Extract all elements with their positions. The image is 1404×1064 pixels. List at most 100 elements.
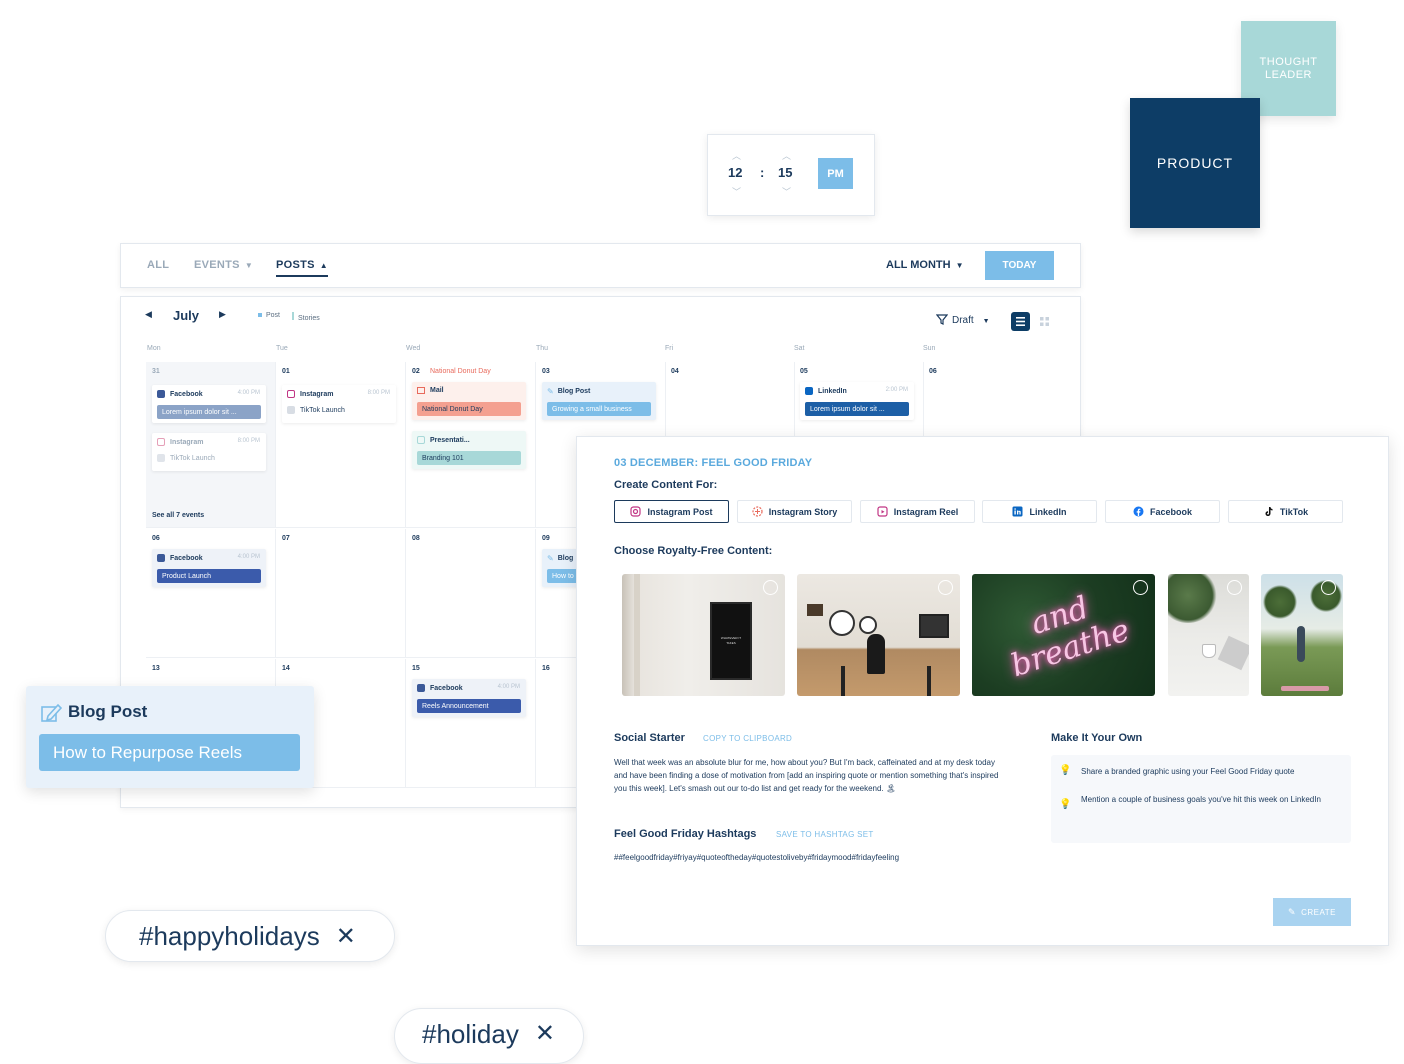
day-number: 08 xyxy=(412,535,420,542)
blog-post-card[interactable]: Blog Post How to Repurpose Reels xyxy=(26,686,314,788)
draft-label: Draft xyxy=(952,315,974,326)
minute-value[interactable]: 15 xyxy=(778,165,792,180)
image-icon xyxy=(157,454,165,462)
calendar-day-cell[interactable]: 08 xyxy=(406,529,536,658)
calendar-day-cell[interactable]: 31 Facebook 4:00 PM Lorem ipsum dolor si… xyxy=(146,362,276,528)
create-button[interactable]: ✎ CREATE xyxy=(1273,898,1351,926)
tab-posts[interactable]: POSTS ▲ xyxy=(276,259,329,277)
calendar-event[interactable]: Mail National Donut Day xyxy=(412,382,526,420)
hashtag-pill[interactable]: #holiday ✕ xyxy=(394,1008,584,1064)
photo-neon-sign[interactable]: and breathe xyxy=(972,574,1155,696)
am-pm-toggle[interactable]: PM xyxy=(818,158,853,189)
tab-all[interactable]: ALL xyxy=(147,259,169,271)
hour-up-icon[interactable]: ︿ xyxy=(732,149,741,162)
select-radio[interactable] xyxy=(938,580,953,595)
close-icon[interactable]: ✕ xyxy=(535,1019,555,1048)
calendar-event[interactable]: Facebook 4:00 PM Lorem ipsum dolor sit .… xyxy=(152,385,266,423)
photo-plants-desk[interactable] xyxy=(1168,574,1249,696)
prev-month-icon[interactable]: ◀ xyxy=(145,309,152,320)
social-starter-title: Social Starter xyxy=(614,732,685,744)
day-number: 16 xyxy=(542,665,550,672)
event-title: TikTok Launch xyxy=(157,454,215,462)
today-button[interactable]: TODAY xyxy=(985,251,1054,280)
calendar-event[interactable]: LinkedIn 2:00 PM Lorem ipsum dolor sit .… xyxy=(800,382,914,420)
calendar-day-cell[interactable]: 07 xyxy=(276,529,406,658)
next-month-icon[interactable]: ▶ xyxy=(219,309,226,320)
see-all-events-link[interactable]: See all 7 events xyxy=(152,512,204,519)
platform-instagram-story[interactable]: Instagram Story xyxy=(737,500,852,523)
month-filter-dropdown[interactable]: ALL MONTH ▼ xyxy=(886,259,964,271)
event-platform: Facebook xyxy=(157,390,203,398)
facebook-icon xyxy=(1133,506,1144,517)
event-platform: Presentati... xyxy=(417,436,470,444)
facebook-icon xyxy=(157,554,165,562)
caret-down-icon: ▼ xyxy=(244,261,254,270)
day-number: 06 xyxy=(929,368,937,375)
select-radio[interactable] xyxy=(1227,580,1242,595)
calendar-event[interactable]: Instagram 8:00 PM TikTok Launch xyxy=(282,385,396,423)
content-date-title: 03 DECEMBER: FEEL GOOD FRIDAY xyxy=(614,457,813,469)
close-icon[interactable]: ✕ xyxy=(336,922,356,951)
tag-product[interactable]: PRODUCT xyxy=(1130,98,1260,228)
neon-text: and breathe xyxy=(1006,589,1134,685)
calendar-day-cell[interactable]: 02 National Donut Day Mail National Donu… xyxy=(406,362,536,528)
wall-frame xyxy=(807,604,823,616)
platform-linkedin[interactable]: LinkedIn xyxy=(982,500,1097,523)
letter-board: WHATEVER IT TAKES xyxy=(710,602,752,680)
hour-value[interactable]: 12 xyxy=(728,165,742,180)
minute-up-icon[interactable]: ︿ xyxy=(782,149,791,162)
calendar-event[interactable]: Instagram 8:00 PM TikTok Launch xyxy=(152,433,266,471)
event-platform-label: Facebook xyxy=(170,390,203,398)
legend-label: Stories xyxy=(298,315,320,322)
mail-icon xyxy=(417,387,425,394)
day-number: 15 xyxy=(412,665,420,672)
save-hashtag-set-link[interactable]: SAVE TO HASHTAG SET xyxy=(776,830,874,839)
platform-label: TikTok xyxy=(1279,506,1309,517)
photo-cafe[interactable] xyxy=(797,574,960,696)
minute-down-icon[interactable]: ﹀ xyxy=(782,185,791,198)
calendar-day-cell[interactable]: 06 Facebook 4:00 PM Product Launch xyxy=(146,529,276,658)
select-radio[interactable] xyxy=(1133,580,1148,595)
select-radio[interactable] xyxy=(763,580,778,595)
legend-swatch xyxy=(258,313,262,317)
platform-tiktok[interactable]: TikTok xyxy=(1228,500,1343,523)
platform-facebook[interactable]: Facebook xyxy=(1105,500,1220,523)
draft-filter-dropdown[interactable]: Draft ▼ xyxy=(935,314,990,326)
list-view-icon[interactable] xyxy=(1011,312,1030,331)
event-platform: ✎ Blog Post xyxy=(547,387,590,396)
platform-instagram-post[interactable]: Instagram Post xyxy=(614,500,729,523)
copy-to-clipboard-link[interactable]: COPY TO CLIPBOARD xyxy=(703,734,792,743)
calendar-event[interactable]: Presentati... Branding 101 xyxy=(412,431,526,469)
tip-text: Share a branded graphic using your Feel … xyxy=(1081,767,1295,776)
photo-letter-board[interactable]: WHATEVER IT TAKES xyxy=(622,574,785,696)
day-number: 14 xyxy=(282,665,290,672)
select-radio[interactable] xyxy=(1321,580,1336,595)
content-panel: 03 DECEMBER: FEEL GOOD FRIDAY Create Con… xyxy=(576,436,1389,946)
lightbulb-icon: 💡 xyxy=(1059,799,1072,810)
platform-label: Instagram Story xyxy=(768,506,838,517)
event-time: 8:00 PM xyxy=(367,390,390,396)
calendar-day-cell[interactable]: 15 Facebook 4:00 PM Reels Announcement xyxy=(406,659,536,788)
plant-leaves xyxy=(1168,574,1218,623)
photo-yoga[interactable] xyxy=(1261,574,1343,696)
caret-down-icon: ▼ xyxy=(955,261,964,270)
grid-view-icon[interactable] xyxy=(1035,312,1054,331)
calendar-day-cell[interactable]: 01 Instagram 8:00 PM TikTok Launch xyxy=(276,362,406,528)
day-number: 04 xyxy=(671,368,679,375)
tab-events[interactable]: EVENTS ▼ xyxy=(194,259,253,271)
weekday-label: Fri xyxy=(665,345,674,352)
hour-down-icon[interactable]: ﹀ xyxy=(732,185,741,198)
calendar-event[interactable]: Facebook 4:00 PM Reels Announcement xyxy=(412,679,526,717)
linkedin-icon xyxy=(1012,506,1023,517)
instagram-icon xyxy=(630,506,642,517)
month-filter-label: ALL MONTH xyxy=(886,259,951,271)
hashtag-pill[interactable]: #happyholidays ✕ xyxy=(105,910,395,962)
blog-post-title: Blog Post xyxy=(68,702,148,721)
presentation-icon xyxy=(417,436,425,444)
calendar-event[interactable]: ✎ Blog Post Growing a small business xyxy=(542,382,656,420)
platform-instagram-reel[interactable]: Instagram Reel xyxy=(860,500,975,523)
calendar-event[interactable]: Facebook 4:00 PM Product Launch xyxy=(152,549,266,587)
hashtags-text: ##feelgoodfriday#friyay#quoteoftheday#qu… xyxy=(614,853,900,862)
event-platform-label: Presentati... xyxy=(430,436,470,444)
filter-bar: ALL EVENTS ▼ POSTS ▲ ALL MONTH ▼ TODAY xyxy=(120,243,1081,288)
